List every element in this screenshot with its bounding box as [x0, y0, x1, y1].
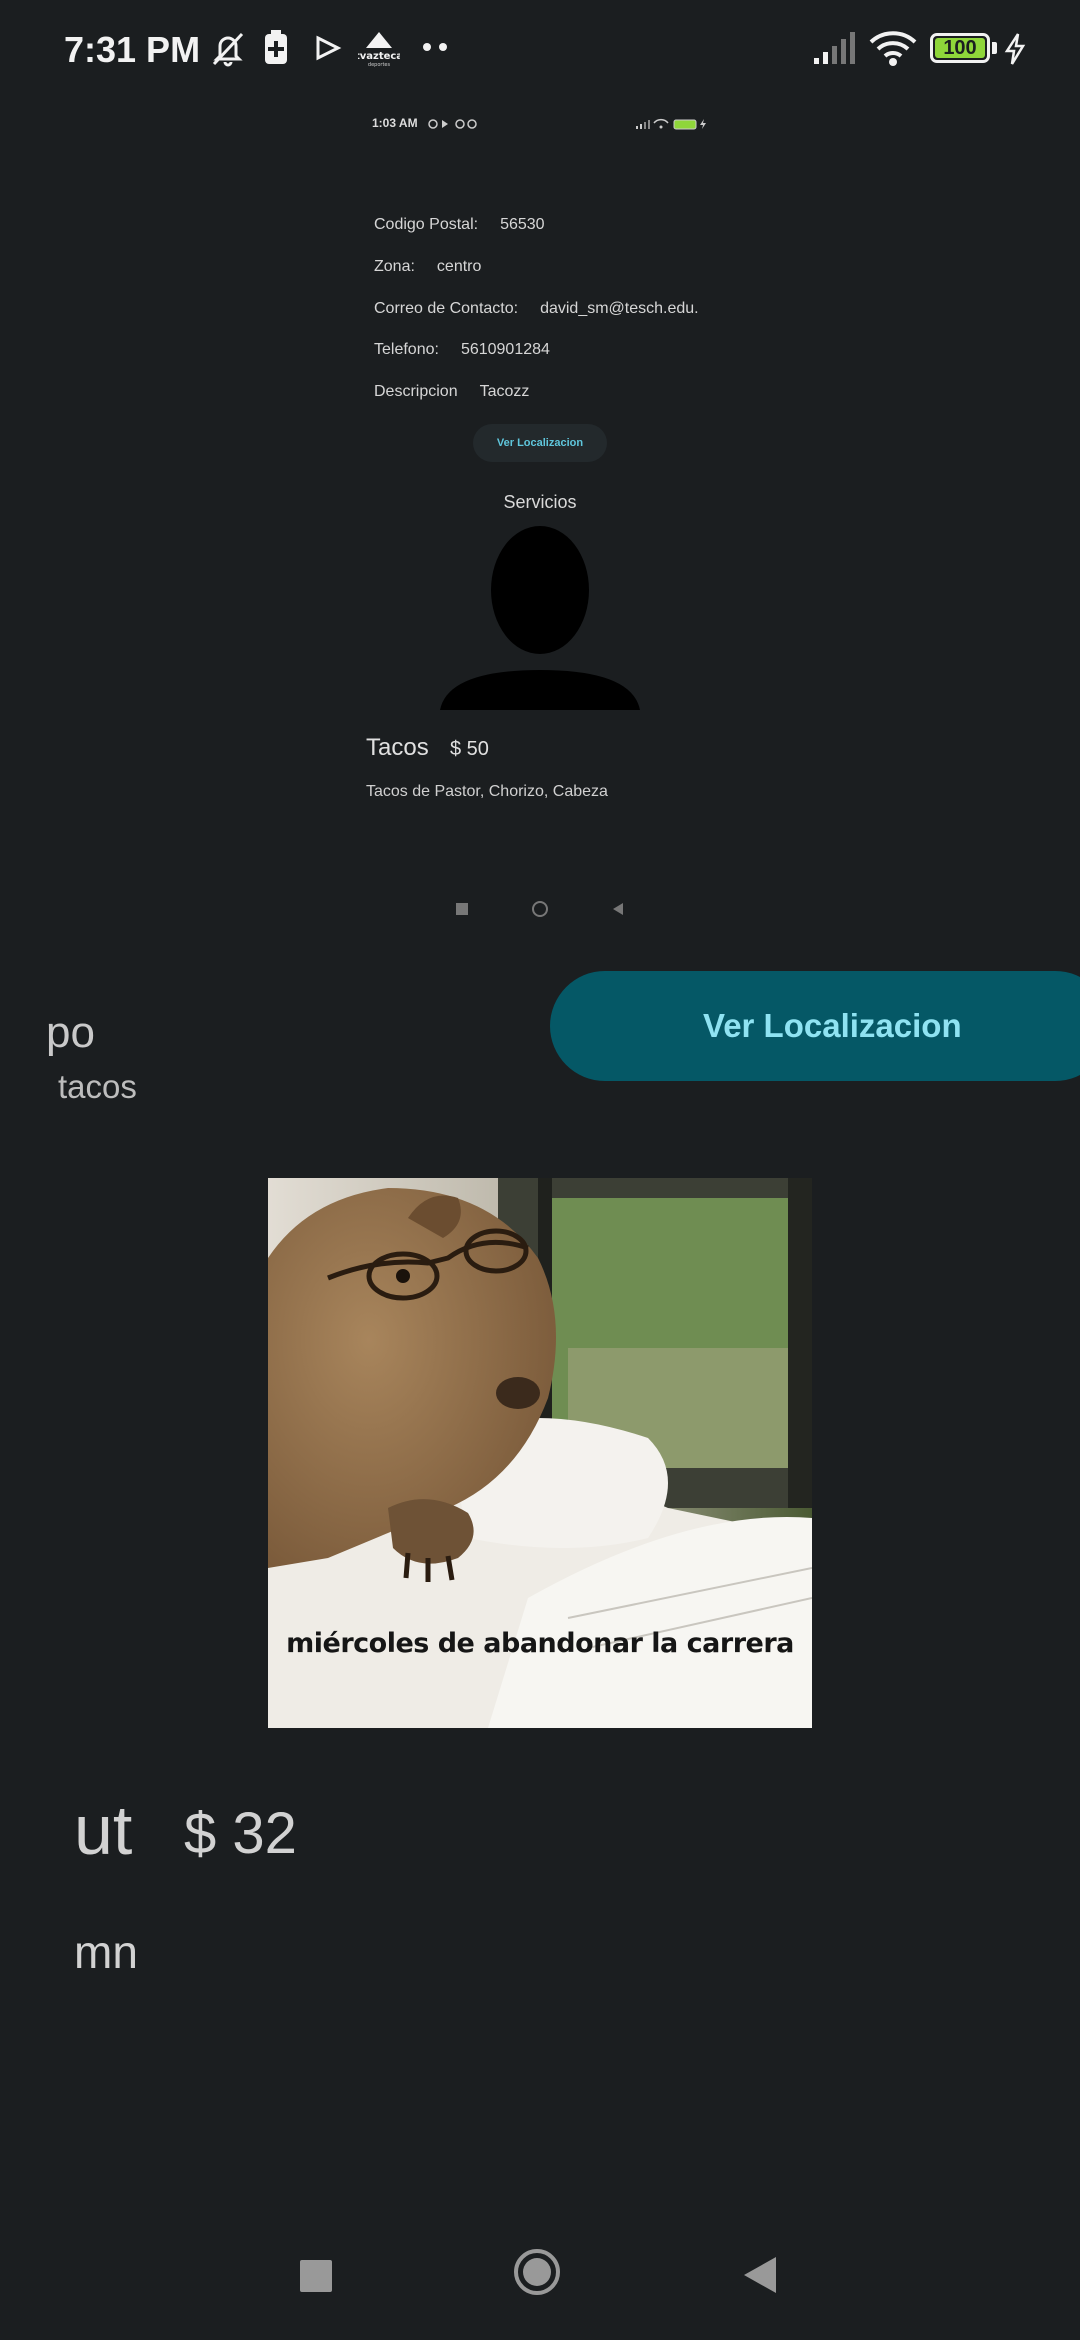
- embedded-status-time: 1:03 AM: [372, 116, 418, 130]
- home-circle-icon[interactable]: [514, 2249, 560, 2295]
- embedded-dish-name: Tacos: [366, 734, 429, 761]
- info-description: Descripcion Tacozz: [374, 383, 529, 401]
- svg-text:tvazteca: tvazteca: [358, 51, 400, 62]
- info-label: Correo de Contacto:: [374, 300, 519, 317]
- store-name-partial: po: [46, 1008, 95, 1057]
- embedded-status-right-icons: [636, 118, 706, 130]
- avatar-placeholder-icon: [440, 526, 640, 710]
- embedded-screenshot: 1:03 AM Codigo Postal: 56530 Zona: centro …: [356, 100, 724, 930]
- info-label: Descripcion: [374, 383, 458, 400]
- info-value: centro: [436, 258, 482, 275]
- play-icon: [316, 35, 342, 61]
- info-contact-email: Correo de Contacto: david_sm@tesch.edu.: [374, 300, 699, 318]
- charging-icon: [1004, 33, 1026, 65]
- info-value: Tacozz: [479, 383, 530, 400]
- tv-azteca-icon: tvazteca deportes: [358, 32, 400, 68]
- embedded-status-icons: [428, 119, 477, 129]
- embedded-dish-description: Tacos de Pastor, Chorizo, Cabeza: [366, 783, 608, 800]
- battery-level: 100: [943, 37, 977, 59]
- store-category: tacos: [58, 1068, 137, 1105]
- capybara-meme-image: miércoles de abandonar la carrera: [268, 1178, 812, 1728]
- info-label: Zona:: [374, 258, 415, 275]
- view-location-button[interactable]: Ver Localizacion: [550, 971, 1080, 1081]
- embedded-location-button: Ver Localizacion: [473, 424, 607, 462]
- info-phone: Telefono: 5610901284: [374, 341, 550, 359]
- embedded-services-title: Servicios: [503, 492, 577, 512]
- info-label: Telefono:: [374, 341, 439, 358]
- embedded-dish-price: $ 50: [450, 738, 489, 760]
- battery-icon: 100: [930, 33, 990, 63]
- info-zone: Zona: centro: [374, 258, 481, 276]
- info-postal-code: Codigo Postal: 56530: [374, 216, 545, 234]
- more-dots-icon: [423, 43, 447, 51]
- status-bar-time: 7:31 PM: [64, 29, 201, 70]
- signal-icon: [814, 32, 855, 64]
- meme-caption: miércoles de abandonar la carrera: [286, 1628, 794, 1659]
- recents-square-icon[interactable]: [300, 2260, 332, 2292]
- info-value: david_sm@tesch.edu.: [540, 300, 699, 317]
- svg-text:deportes: deportes: [368, 62, 391, 68]
- battery-saver-icon: [265, 30, 287, 64]
- back-triangle-icon: [613, 903, 623, 915]
- wifi-icon: [869, 31, 917, 66]
- item-description-partial: mn: [74, 1926, 138, 1978]
- notifications-off-icon: [212, 32, 244, 67]
- info-value: 56530: [500, 216, 545, 233]
- info-value: 5610901284: [460, 341, 550, 358]
- recents-square-icon: [456, 903, 468, 915]
- info-label: Codigo Postal:: [374, 216, 479, 233]
- item-name-partial: ut: [74, 1791, 133, 1869]
- home-circle-icon: [532, 901, 548, 917]
- back-triangle-icon[interactable]: [740, 2255, 780, 2295]
- item-price: $ 32: [184, 1801, 297, 1866]
